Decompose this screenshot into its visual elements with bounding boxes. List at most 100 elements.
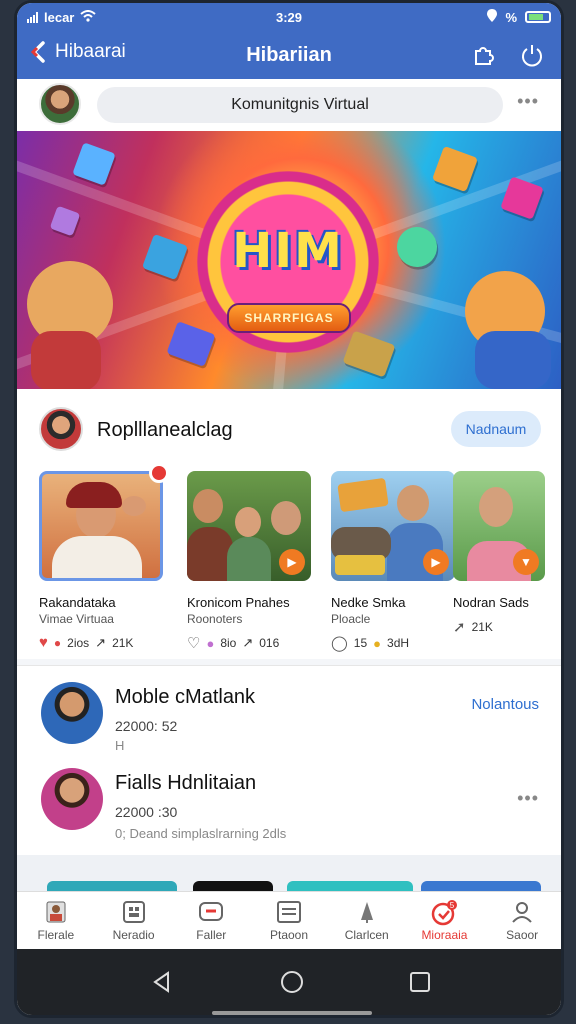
nav-item-saoor[interactable]: Saoor [483, 892, 561, 949]
card-stats: ➚ 21K [453, 618, 545, 636]
notification-badge: 5 [450, 901, 455, 910]
tablet-decoration [166, 321, 216, 367]
share-icon[interactable]: ↗ [242, 635, 253, 651]
list-item[interactable]: Moble cMatlank 22000: 52 H Nolantous [17, 678, 561, 768]
video-thumbnail[interactable]: ▼ [453, 471, 545, 581]
hat [66, 482, 122, 508]
comment-icon[interactable]: ◯ [331, 634, 348, 652]
video-card[interactable]: ▶ Nedke Smka Ploacle ◯ 15 ● 3dH [331, 471, 455, 652]
share-count: 21K [112, 635, 134, 650]
cube-decoration [431, 145, 479, 193]
person-meta-secondary: 0; Deand simplaslrarning 2dls [115, 826, 287, 841]
nav-label: Saoor [506, 928, 539, 942]
location-icon [487, 9, 498, 25]
share-count: 3dH [387, 636, 410, 650]
nav-item-mioraaia[interactable]: 5 Mioraaia [406, 892, 484, 949]
follow-link[interactable]: Nolantous [471, 696, 539, 713]
play-icon[interactable]: ▶ [279, 549, 305, 575]
more-options-icon[interactable]: ••• [517, 91, 539, 112]
battery-icon [525, 11, 551, 23]
cube-decoration [49, 205, 81, 237]
nav-label: Faller [196, 928, 227, 942]
sign-board [337, 477, 389, 513]
avatar[interactable] [39, 83, 81, 125]
video-thumbnail[interactable]: ▶ [187, 471, 311, 581]
share-count: 016 [259, 636, 280, 650]
nav-item-clarlcen[interactable]: Clarlcen [328, 892, 406, 949]
nav-label: Clarlcen [344, 928, 389, 942]
nav-label: Ptaoon [269, 928, 309, 942]
back-triangle-icon[interactable] [147, 967, 177, 997]
chat-icon [172, 900, 250, 926]
power-button[interactable] [517, 40, 547, 70]
list-icon [250, 900, 328, 926]
heart-icon[interactable]: ♥ [39, 634, 48, 651]
more-options-icon[interactable]: ••• [517, 788, 539, 809]
emoji-icon: ● [373, 635, 382, 651]
card-title: Kronicom Pnahes [187, 595, 290, 610]
card-title: Nedke Smka [331, 595, 406, 610]
share-arrow-icon[interactable]: ➚ [453, 618, 466, 636]
nav-item-ptaoon[interactable]: Ptaoon [250, 892, 328, 949]
card-subtitle: Roonoters [187, 612, 243, 626]
video-card[interactable]: ▶ Kronicom Pnahes Roonoters ♡ ● 8io ↗ 01… [187, 471, 311, 652]
heart-outline-icon[interactable]: ♡ [187, 634, 200, 652]
puzzle-button[interactable] [469, 40, 499, 70]
card-stats: ♡ ● 8io ↗ 016 [187, 634, 311, 652]
nav-item-faller[interactable]: Faller [172, 892, 250, 949]
card-stats: ♥ ● 2ios ↗ 21K [39, 634, 163, 651]
avatar[interactable] [39, 407, 83, 451]
card-title: Nodran Sads [453, 595, 529, 610]
person-meta-secondary: H [115, 738, 125, 753]
person-face [479, 487, 513, 527]
shirt [52, 536, 142, 578]
mascot-body-right [475, 331, 551, 389]
video-card[interactable]: Rakandataka Vimae Virtuaa ♥ ● 2ios ↗ 21K [39, 463, 169, 651]
home-circle-icon[interactable] [277, 967, 307, 997]
avatar[interactable] [41, 768, 103, 830]
nav-item-flerale[interactable]: Flerale [17, 892, 95, 949]
hero-banner[interactable]: HIM SHARRFIGAS [17, 131, 561, 389]
next-content-peek [17, 855, 561, 895]
video-card[interactable]: ▼ Nodran Sads ➚ 21K [453, 471, 545, 636]
live-badge [149, 463, 169, 483]
video-card-row: Rakandataka Vimae Virtuaa ♥ ● 2ios ↗ 21K [39, 463, 559, 652]
mascot-body-left [31, 331, 101, 389]
person-name: Moble cMatlank [115, 686, 256, 708]
follow-button[interactable]: Nadnaum [451, 411, 541, 447]
video-thumbnail[interactable] [39, 471, 163, 581]
bell-icon: 5 [406, 900, 484, 926]
play-icon[interactable]: ▶ [423, 549, 449, 575]
people-list: Moble cMatlank 22000: 52 H Nolantous Fia… [17, 665, 561, 855]
play-icon[interactable]: ▼ [513, 549, 539, 575]
share-icon[interactable]: ↗ [95, 635, 106, 651]
grid-icon [95, 900, 173, 926]
person-face [271, 501, 301, 535]
clock: 3:29 [275, 10, 303, 25]
battery-percent: % [505, 9, 517, 25]
card-stats: ◯ 15 ● 3dH [331, 634, 455, 652]
video-thumbnail[interactable]: ▶ [331, 471, 455, 581]
section-title: Roplllanealclag [97, 419, 233, 441]
list-item[interactable]: Fialls Hdnlitaian 22000 :30 0; Deand sim… [17, 766, 561, 856]
banner-ribbon: SHARRFIGAS [227, 303, 351, 333]
like-count: 15 [353, 636, 368, 650]
pin-icon: ● [53, 635, 62, 650]
card-subtitle: Ploacle [331, 612, 371, 626]
cube-decoration [141, 233, 189, 281]
like-count: 2ios [67, 635, 90, 650]
cube-decoration [72, 142, 116, 186]
search-input[interactable]: Komunitgnis Virtual [97, 87, 503, 123]
recents-square-icon[interactable] [405, 967, 435, 997]
share-count: 21K [471, 620, 493, 634]
person-face [397, 485, 429, 521]
nav-label: Neradio [112, 928, 155, 942]
avatar[interactable] [41, 682, 103, 744]
banner-logo-text: HIM [232, 223, 344, 279]
nav-item-neradio[interactable]: Neradio [95, 892, 173, 949]
card-title: Rakandataka [39, 595, 116, 610]
puzzle-icon [475, 47, 494, 65]
system-nav-bar [17, 949, 561, 1015]
gesture-bar[interactable] [212, 1011, 372, 1015]
bottom-nav: Flerale Neradio Faller Ptaoon Clarlcen 5… [17, 891, 561, 949]
